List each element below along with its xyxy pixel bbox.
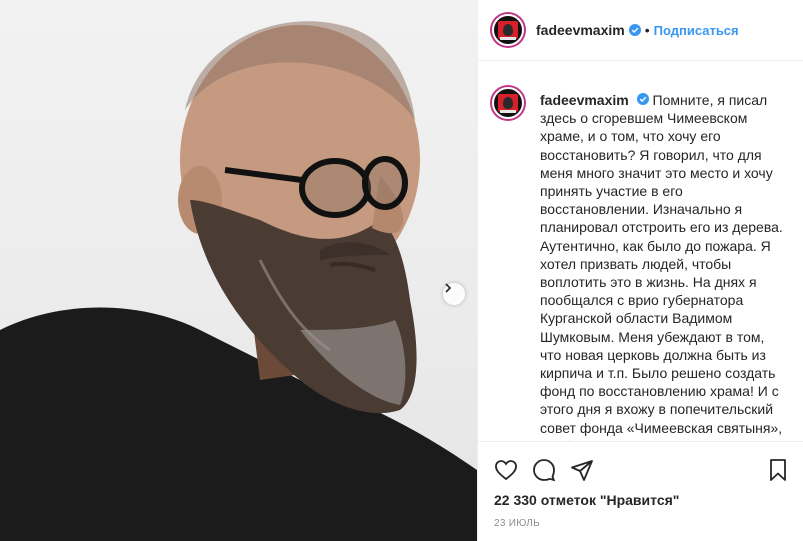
caption-text-block: fadeevmaxim Помните, я писал здесь о сго… <box>540 91 788 441</box>
comment-icon[interactable] <box>532 458 556 482</box>
bookmark-icon[interactable] <box>766 458 790 482</box>
post-actions: 22 330 отметок "Нравится" 23 ИЮЛЬ <box>478 441 803 541</box>
next-photo-button[interactable] <box>443 283 465 305</box>
caption-username[interactable]: fadeevmaxim <box>540 92 629 108</box>
post-header: fadeevmaxim • Подписаться <box>478 0 803 61</box>
likes-count[interactable]: 22 330 отметок "Нравится" <box>494 492 679 508</box>
follow-button[interactable]: Подписаться <box>654 23 739 38</box>
caption-comment: fadeevmaxim Помните, я писал здесь о сго… <box>478 61 803 441</box>
avatar[interactable] <box>492 14 524 46</box>
post-date[interactable]: 23 ИЮЛЬ <box>494 518 540 529</box>
separator-dot: • <box>644 22 650 38</box>
chevron-right-icon <box>445 283 452 293</box>
caption-text: Помните, я писал здесь о сгоревшем Чимее… <box>540 92 783 441</box>
post-side-panel: fadeevmaxim • Подписаться fadeevmaxim По… <box>477 0 803 541</box>
share-icon[interactable] <box>570 458 594 482</box>
verified-badge-icon <box>628 24 641 36</box>
avatar[interactable] <box>492 87 524 119</box>
author-username[interactable]: fadeevmaxim <box>536 22 625 38</box>
heart-icon[interactable] <box>494 458 518 482</box>
portrait-image <box>0 21 477 541</box>
verified-badge-icon <box>636 93 649 105</box>
post-photo <box>0 0 477 541</box>
